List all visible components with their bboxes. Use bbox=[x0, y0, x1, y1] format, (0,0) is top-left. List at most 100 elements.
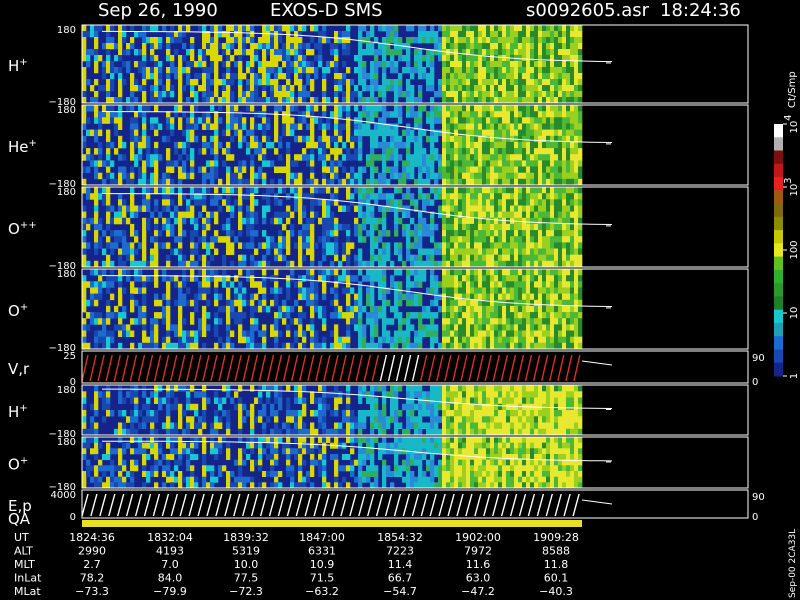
spectrogram-cell bbox=[542, 49, 547, 56]
spectrogram-cell bbox=[82, 91, 87, 98]
spectrogram-cell bbox=[290, 129, 295, 137]
spectrogram-cell bbox=[486, 293, 491, 301]
spectrogram-cell bbox=[358, 49, 363, 56]
spectrogram-cell bbox=[170, 160, 175, 167]
spectrogram-cell bbox=[382, 141, 387, 149]
spectrogram-cell bbox=[394, 79, 399, 86]
spectrogram-cell bbox=[454, 336, 459, 344]
spectrogram-cell bbox=[130, 248, 135, 255]
spectrogram-cell bbox=[490, 85, 495, 92]
spectrogram-cell bbox=[374, 305, 379, 313]
spectrogram-cell bbox=[566, 141, 571, 149]
spectrogram-cell bbox=[286, 330, 291, 337]
spectrogram-cell bbox=[190, 312, 195, 319]
spectrogram-cell bbox=[210, 148, 215, 155]
spectrogram-cell bbox=[94, 135, 99, 143]
spectrogram-cell bbox=[578, 318, 583, 325]
spectrogram-cell bbox=[382, 293, 387, 301]
spectrogram-cell bbox=[510, 293, 515, 301]
spectrogram-cell bbox=[370, 324, 375, 331]
spectrogram-cell bbox=[206, 73, 211, 80]
spectrogram-cell bbox=[546, 67, 551, 74]
spectrogram-cell bbox=[578, 223, 583, 231]
spectrogram-cell bbox=[170, 178, 175, 186]
spectrogram-cell bbox=[578, 97, 583, 104]
spectrogram-cell bbox=[214, 324, 219, 331]
spectrogram-cell bbox=[242, 416, 247, 423]
spectrogram-cell bbox=[342, 254, 347, 262]
spectrogram-cell bbox=[570, 336, 575, 344]
spectrogram-cell bbox=[250, 61, 255, 68]
spectrogram-cell bbox=[110, 117, 115, 124]
spectrogram-cell bbox=[94, 248, 99, 255]
spectrogram-cell bbox=[466, 248, 471, 255]
spectrogram-cell bbox=[330, 172, 335, 180]
spectrogram-cell bbox=[82, 166, 87, 173]
spectrogram-cell bbox=[154, 154, 159, 161]
spectrogram-cell bbox=[302, 61, 307, 68]
spectrogram-cell bbox=[310, 154, 315, 161]
spectrogram-cell bbox=[502, 254, 507, 262]
spectrogram-cell bbox=[270, 67, 275, 74]
spectrogram-cell bbox=[282, 223, 287, 231]
spectrogram-cell bbox=[558, 293, 563, 301]
spectrogram-cell bbox=[206, 287, 211, 294]
spectrogram-cell bbox=[210, 178, 215, 186]
spectrogram-cell bbox=[326, 205, 331, 212]
spectrogram-cell bbox=[318, 117, 323, 124]
spectrogram-cell bbox=[126, 330, 131, 337]
spectrogram-cell bbox=[98, 193, 103, 200]
spectrogram-cell bbox=[510, 117, 515, 124]
spectrogram-cell bbox=[530, 318, 535, 325]
spectrogram-cell bbox=[226, 37, 231, 44]
spectrogram-cell bbox=[242, 299, 247, 307]
spectrogram-cell bbox=[370, 111, 375, 118]
spectrogram-cell bbox=[566, 223, 571, 231]
spectrogram-cell bbox=[86, 105, 91, 112]
spectrogram-cell bbox=[542, 123, 547, 130]
spectrogram-cell bbox=[326, 154, 331, 161]
spectrogram-cell bbox=[162, 178, 167, 186]
spectrogram-cell bbox=[382, 117, 387, 124]
spectrogram-cell bbox=[402, 211, 407, 219]
spectrogram-cell bbox=[466, 236, 471, 243]
spectrogram-cell bbox=[338, 160, 343, 167]
spectrogram-cell bbox=[386, 61, 391, 68]
spectrogram-cell bbox=[250, 293, 255, 301]
spectrogram-cell bbox=[226, 287, 231, 294]
spectrogram-cell bbox=[334, 242, 339, 249]
spectrogram-cell bbox=[510, 242, 515, 249]
spectrogram-cell bbox=[106, 25, 111, 32]
spectrogram-cell bbox=[266, 391, 271, 398]
spectrogram-cell bbox=[450, 187, 455, 194]
spectrogram-cell bbox=[370, 67, 375, 74]
spectrogram-cell bbox=[214, 230, 219, 237]
spectrogram-cell bbox=[554, 187, 559, 194]
spectrogram-cell bbox=[414, 111, 419, 118]
spectrogram-cell bbox=[566, 281, 571, 288]
spectrogram-cell bbox=[482, 193, 487, 200]
spectrogram-cell bbox=[338, 111, 343, 118]
spectrogram-cell bbox=[170, 55, 175, 62]
spectrogram-cell bbox=[498, 123, 503, 130]
spectrogram-cell bbox=[262, 336, 267, 344]
spectrogram-cell bbox=[494, 281, 499, 288]
spectrogram-cell bbox=[466, 123, 471, 130]
spectrogram-cell bbox=[318, 154, 323, 161]
spectrogram-cell bbox=[122, 154, 127, 161]
spectrogram-cell bbox=[542, 293, 547, 301]
spectrogram-cell bbox=[550, 305, 555, 313]
spectrogram-cell bbox=[266, 117, 271, 124]
spectrogram-cell bbox=[426, 166, 431, 173]
spectrogram-cell bbox=[154, 342, 159, 350]
spectrogram-cell bbox=[430, 25, 435, 32]
spectrogram-cell bbox=[482, 281, 487, 288]
spectrogram-cell bbox=[514, 85, 519, 92]
spectrogram-cell bbox=[522, 129, 527, 137]
spectrogram-cell bbox=[322, 67, 327, 74]
spectrogram-cell bbox=[386, 199, 391, 206]
spectrogram-cell bbox=[522, 312, 527, 319]
spectrogram-cell bbox=[290, 49, 295, 56]
spectrogram-cell bbox=[374, 217, 379, 225]
spectrogram-cell bbox=[246, 31, 251, 38]
